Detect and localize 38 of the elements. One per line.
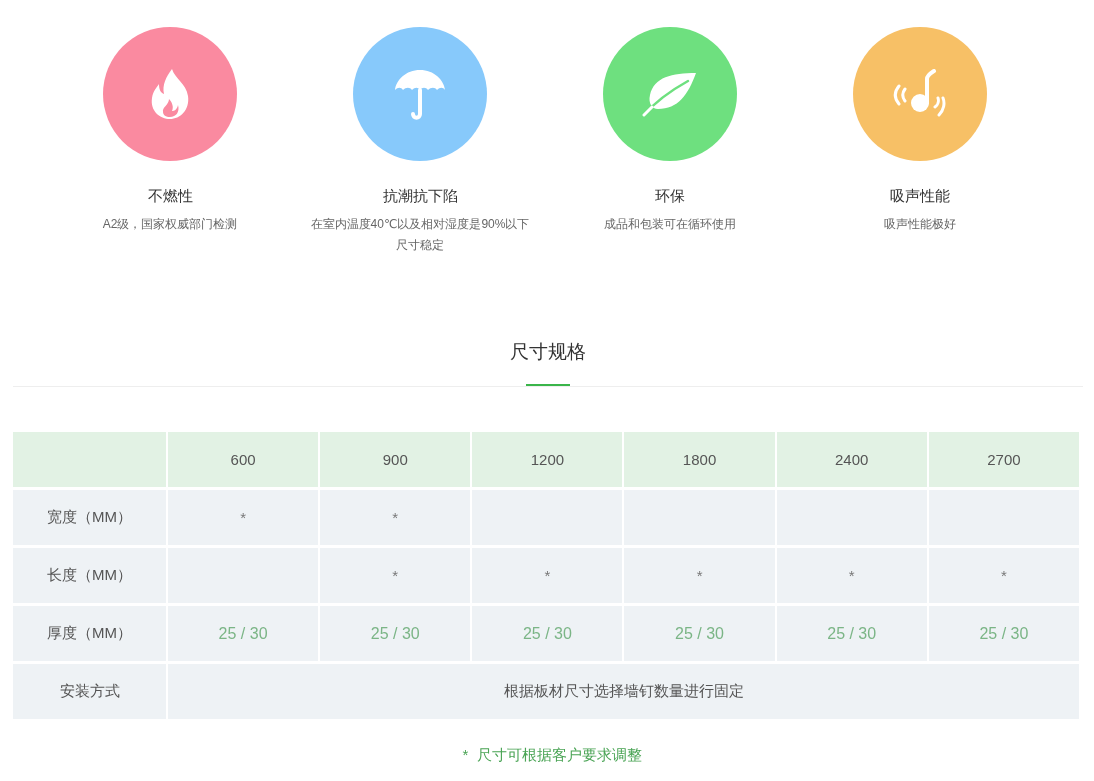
footnote: * 尺寸可根据客户要求调整 <box>462 746 642 763</box>
music-note-icon <box>893 69 947 119</box>
row-label: 安装方式 <box>13 664 166 722</box>
table-cell: 25 / 30 <box>928 606 1079 664</box>
table-cell: 25 / 30 <box>624 606 775 664</box>
feature-description: 在室内温度40℃以及相对湿度是90%以下 <box>310 216 530 233</box>
table-cell: 25 / 30 <box>472 606 623 664</box>
table-cell: * <box>928 548 1079 606</box>
table-cell: * <box>472 548 623 606</box>
feature-title: 不燃性 <box>147 187 193 206</box>
column-header: 2400 <box>776 432 927 490</box>
feature-title: 吸声性能 <box>890 187 950 206</box>
table-cell: 25 / 30 <box>168 606 319 664</box>
row-label: 厚度（MM） <box>13 606 166 664</box>
feature-title: 环保 <box>655 187 685 206</box>
column-header: 600 <box>168 432 319 490</box>
feature-description: 尺寸稳定 <box>396 237 444 254</box>
table-cell: * <box>320 490 471 548</box>
table-cell: 25 / 30 <box>320 606 471 664</box>
row-label: 长度（MM） <box>13 548 166 606</box>
table-cell: * <box>320 548 471 606</box>
section-title: 尺寸规格 <box>510 340 586 364</box>
column-header: 1800 <box>624 432 775 490</box>
title-underline <box>526 384 570 386</box>
row-label: 宽度（MM） <box>13 490 166 548</box>
table-cell: * <box>168 490 319 548</box>
column-header: 900 <box>320 432 471 490</box>
feature-title: 抗潮抗下陷 <box>382 187 458 206</box>
table-cell: 25 / 30 <box>776 606 927 664</box>
table-cell: 根据板材尺寸选择墙钉数量进行固定 <box>168 664 1079 722</box>
column-header: 1200 <box>472 432 623 490</box>
leaf-icon <box>642 71 698 117</box>
feature-description: 成品和包装可在循环使用 <box>604 216 736 233</box>
feature-description: A2级，国家权威部门检测 <box>102 216 238 233</box>
feature-description: 吸声性能极好 <box>884 216 956 233</box>
table-cell: * <box>776 548 927 606</box>
table-cell: * <box>624 548 775 606</box>
column-header: 2700 <box>928 432 1079 490</box>
